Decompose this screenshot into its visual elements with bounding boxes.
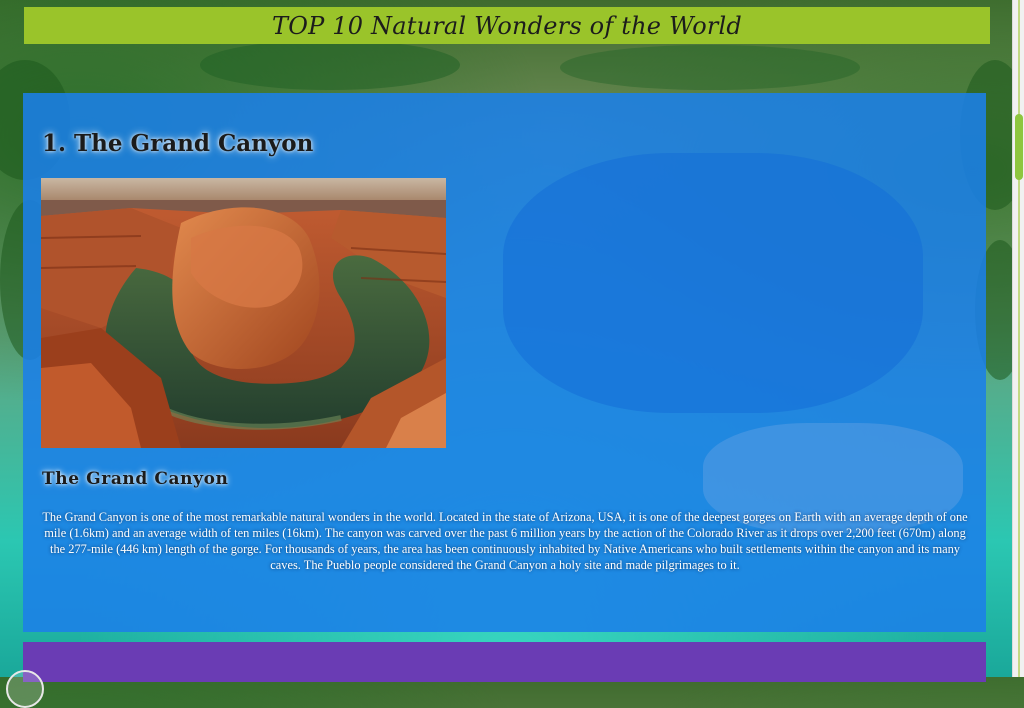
panel-background-texture xyxy=(503,153,923,413)
wonder-heading: 1. The Grand Canyon xyxy=(42,130,314,157)
foliage-decoration xyxy=(200,40,460,90)
scrollbar-track[interactable] xyxy=(1018,0,1020,677)
grand-canyon-photo xyxy=(41,178,446,448)
wonder-card-grand-canyon: 1. The Grand Canyon The Grand Canyon The… xyxy=(23,93,986,632)
wonder-description: The Grand Canyon is one of the most rema… xyxy=(42,510,968,572)
corner-circle-decoration xyxy=(6,670,44,708)
site-header-banner: TOP 10 Natural Wonders of the World xyxy=(24,7,990,44)
foliage-decoration xyxy=(560,45,860,90)
grand-canyon-image xyxy=(41,178,446,448)
wonder-subheading: The Grand Canyon xyxy=(42,469,229,489)
scrollbar-thumb[interactable] xyxy=(1015,114,1023,180)
site-title: TOP 10 Natural Wonders of the World xyxy=(272,11,742,40)
next-section-band xyxy=(23,642,986,682)
page-scrollbar[interactable] xyxy=(1012,0,1024,677)
